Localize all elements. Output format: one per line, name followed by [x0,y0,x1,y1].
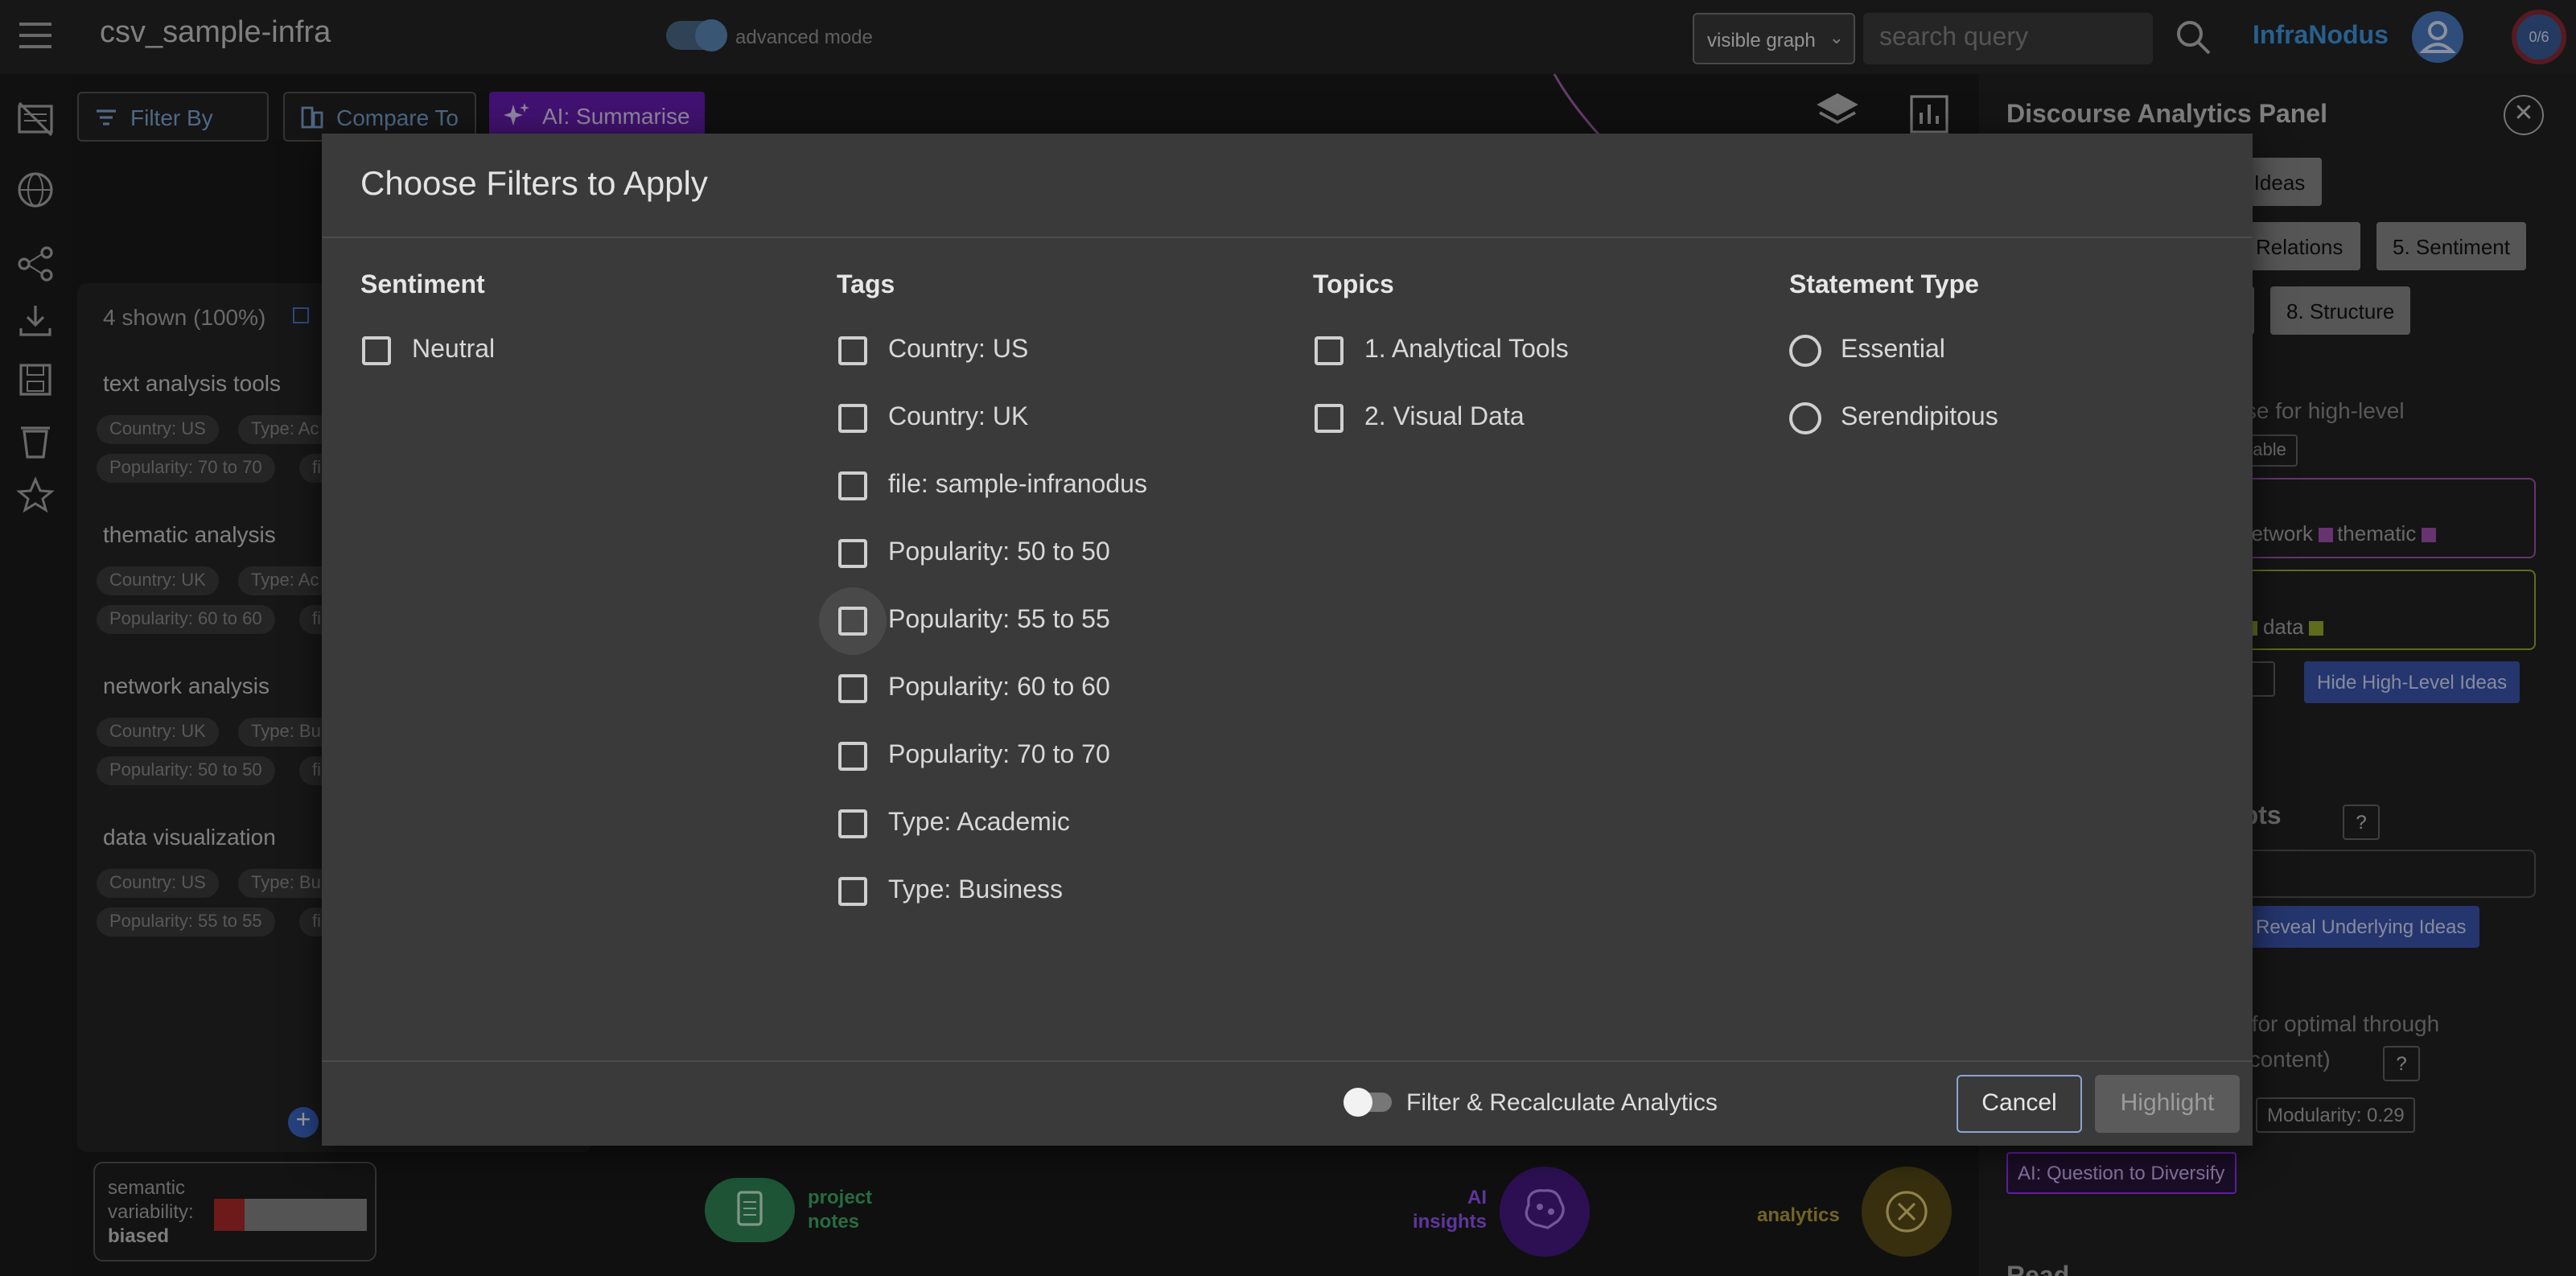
filter-option-country-uk[interactable]: Country: UK [837,402,1147,470]
statement-type-column: Statement Type Essential Serendipitous [1789,272,1998,470]
tags-column: Tags Country: US Country: UK file: sampl… [819,272,1147,943]
app-root: csv_sample-infra advanced mode visible g… [0,0,2576,1276]
divider [322,1060,2253,1062]
filter-option-topic-1[interactable]: 1. Analytical Tools [1313,335,1569,402]
option-label: Serendipitous [1841,404,1998,431]
option-label: Country: UK [888,404,1029,431]
filter-option-popularity-70[interactable]: Popularity: 70 to 70 [837,740,1147,808]
option-label: Type: Business [888,877,1063,904]
option-label: Popularity: 55 to 55 [888,607,1110,634]
filter-recalculate-label: Filter & Recalculate Analytics [1406,1089,1718,1117]
filter-option-popularity-50[interactable]: Popularity: 50 to 50 [837,537,1147,605]
filter-option-topic-2[interactable]: 2. Visual Data [1313,402,1569,470]
option-label: file: sample-infranodus [888,471,1147,499]
checkbox[interactable] [838,539,867,568]
option-label: Neutral [412,336,496,364]
option-label: Country: US [888,336,1029,364]
toggle-knob [1344,1088,1372,1117]
checkbox[interactable] [838,607,867,636]
checkbox[interactable] [838,674,867,703]
checkbox[interactable] [838,742,867,771]
divider [322,237,2253,238]
filter-modal: Choose Filters to Apply Sentiment Neutra… [322,134,2253,1146]
checkbox[interactable] [838,404,867,433]
filter-option-type-business[interactable]: Type: Business [837,875,1147,943]
option-label: Type: Academic [888,809,1070,837]
checkbox[interactable] [838,336,867,365]
column-heading: Topics [1313,272,1394,299]
checkbox[interactable] [1315,336,1344,365]
filter-option-neutral[interactable]: Neutral [360,335,495,402]
modal-title: Choose Filters to Apply [360,166,708,203]
option-label: Popularity: 60 to 60 [888,674,1110,702]
cancel-button[interactable]: Cancel [1957,1075,2082,1133]
column-heading: Tags [837,272,895,299]
checkbox[interactable] [838,877,867,906]
checkbox[interactable] [838,471,867,500]
option-label: Essential [1841,336,1945,364]
filter-option-serendipitous[interactable]: Serendipitous [1789,402,1998,470]
highlight-button[interactable]: Highlight [2095,1075,2240,1133]
option-label: 2. Visual Data [1364,404,1525,431]
topics-column: Topics 1. Analytical Tools 2. Visual Dat… [1313,272,1569,470]
filter-option-essential[interactable]: Essential [1789,335,1998,402]
filter-option-popularity-55[interactable]: Popularity: 55 to 55 [819,587,1147,673]
radio-button[interactable] [1789,402,1821,434]
checkbox[interactable] [1315,404,1344,433]
option-label: 1. Analytical Tools [1364,336,1569,364]
filter-option-popularity-60[interactable]: Popularity: 60 to 60 [837,673,1147,740]
radio-button[interactable] [1789,335,1821,367]
filter-recalculate-toggle[interactable] [1344,1088,1392,1117]
filter-option-type-academic[interactable]: Type: Academic [837,808,1147,875]
checkbox[interactable] [838,809,867,838]
option-label: Popularity: 70 to 70 [888,742,1110,769]
filter-option-country-us[interactable]: Country: US [837,335,1147,402]
column-heading: Sentiment [360,272,485,299]
column-heading: Statement Type [1789,272,1979,299]
option-label: Popularity: 50 to 50 [888,539,1110,566]
sentiment-column: Sentiment Neutral [360,272,495,402]
checkbox[interactable] [362,336,391,365]
filter-option-file[interactable]: file: sample-infranodus [837,470,1147,537]
